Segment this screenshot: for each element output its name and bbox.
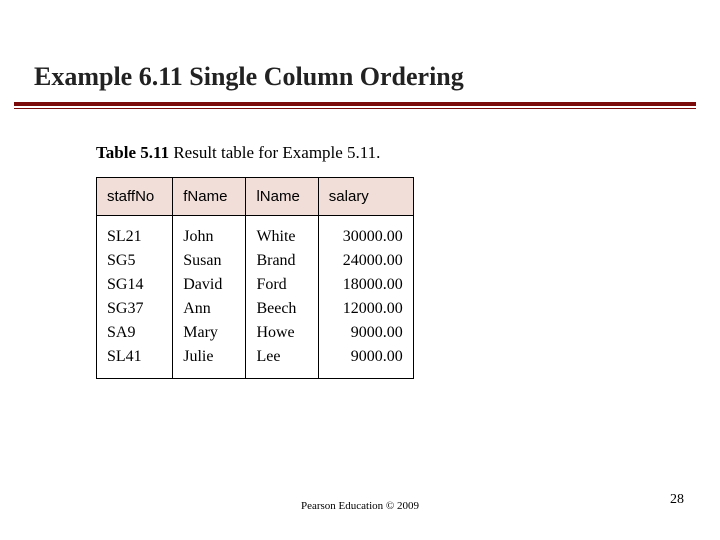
cell-lname: Brand [246,249,318,273]
cell-staffno: SL21 [97,216,173,250]
cell-staffno: SL41 [97,345,173,379]
table-header-row: staffNo fName lName salary [97,178,414,216]
cell-fname: David [173,273,246,297]
table-row: SG37 Ann Beech 12000.00 [97,297,414,321]
title-underline [14,102,696,106]
page-number: 28 [670,492,684,508]
table-row: SG14 David Ford 18000.00 [97,273,414,297]
col-header-staffno: staffNo [97,178,173,216]
cell-lname: Lee [246,345,318,379]
cell-salary: 30000.00 [318,216,413,250]
cell-fname: Julie [173,345,246,379]
table-caption-rest: Result table for Example 5.11. [169,143,380,162]
result-table: staffNo fName lName salary SL21 John Whi… [96,177,414,379]
table-row: SA9 Mary Howe 9000.00 [97,321,414,345]
table-row: SG5 Susan Brand 24000.00 [97,249,414,273]
slide-title: Example 6.11 Single Column Ordering [34,62,464,92]
cell-staffno: SG14 [97,273,173,297]
cell-staffno: SG5 [97,249,173,273]
cell-salary: 18000.00 [318,273,413,297]
table-area: Table 5.11 Result table for Example 5.11… [96,143,414,379]
col-header-fname: fName [173,178,246,216]
footer-credit: Pearson Education © 2009 [0,500,720,512]
cell-staffno: SG37 [97,297,173,321]
table-row: SL41 Julie Lee 9000.00 [97,345,414,379]
cell-lname: White [246,216,318,250]
col-header-salary: salary [318,178,413,216]
cell-fname: John [173,216,246,250]
cell-lname: Howe [246,321,318,345]
cell-salary: 24000.00 [318,249,413,273]
cell-fname: Ann [173,297,246,321]
cell-fname: Susan [173,249,246,273]
cell-salary: 12000.00 [318,297,413,321]
cell-lname: Ford [246,273,318,297]
cell-salary: 9000.00 [318,321,413,345]
table-caption-label: Table 5.11 [96,143,169,162]
table-row: SL21 John White 30000.00 [97,216,414,250]
cell-fname: Mary [173,321,246,345]
table-body: SL21 John White 30000.00 SG5 Susan Brand… [97,216,414,379]
col-header-lname: lName [246,178,318,216]
table-caption: Table 5.11 Result table for Example 5.11… [96,143,414,163]
cell-lname: Beech [246,297,318,321]
cell-salary: 9000.00 [318,345,413,379]
cell-staffno: SA9 [97,321,173,345]
title-underline-thin [14,108,696,109]
